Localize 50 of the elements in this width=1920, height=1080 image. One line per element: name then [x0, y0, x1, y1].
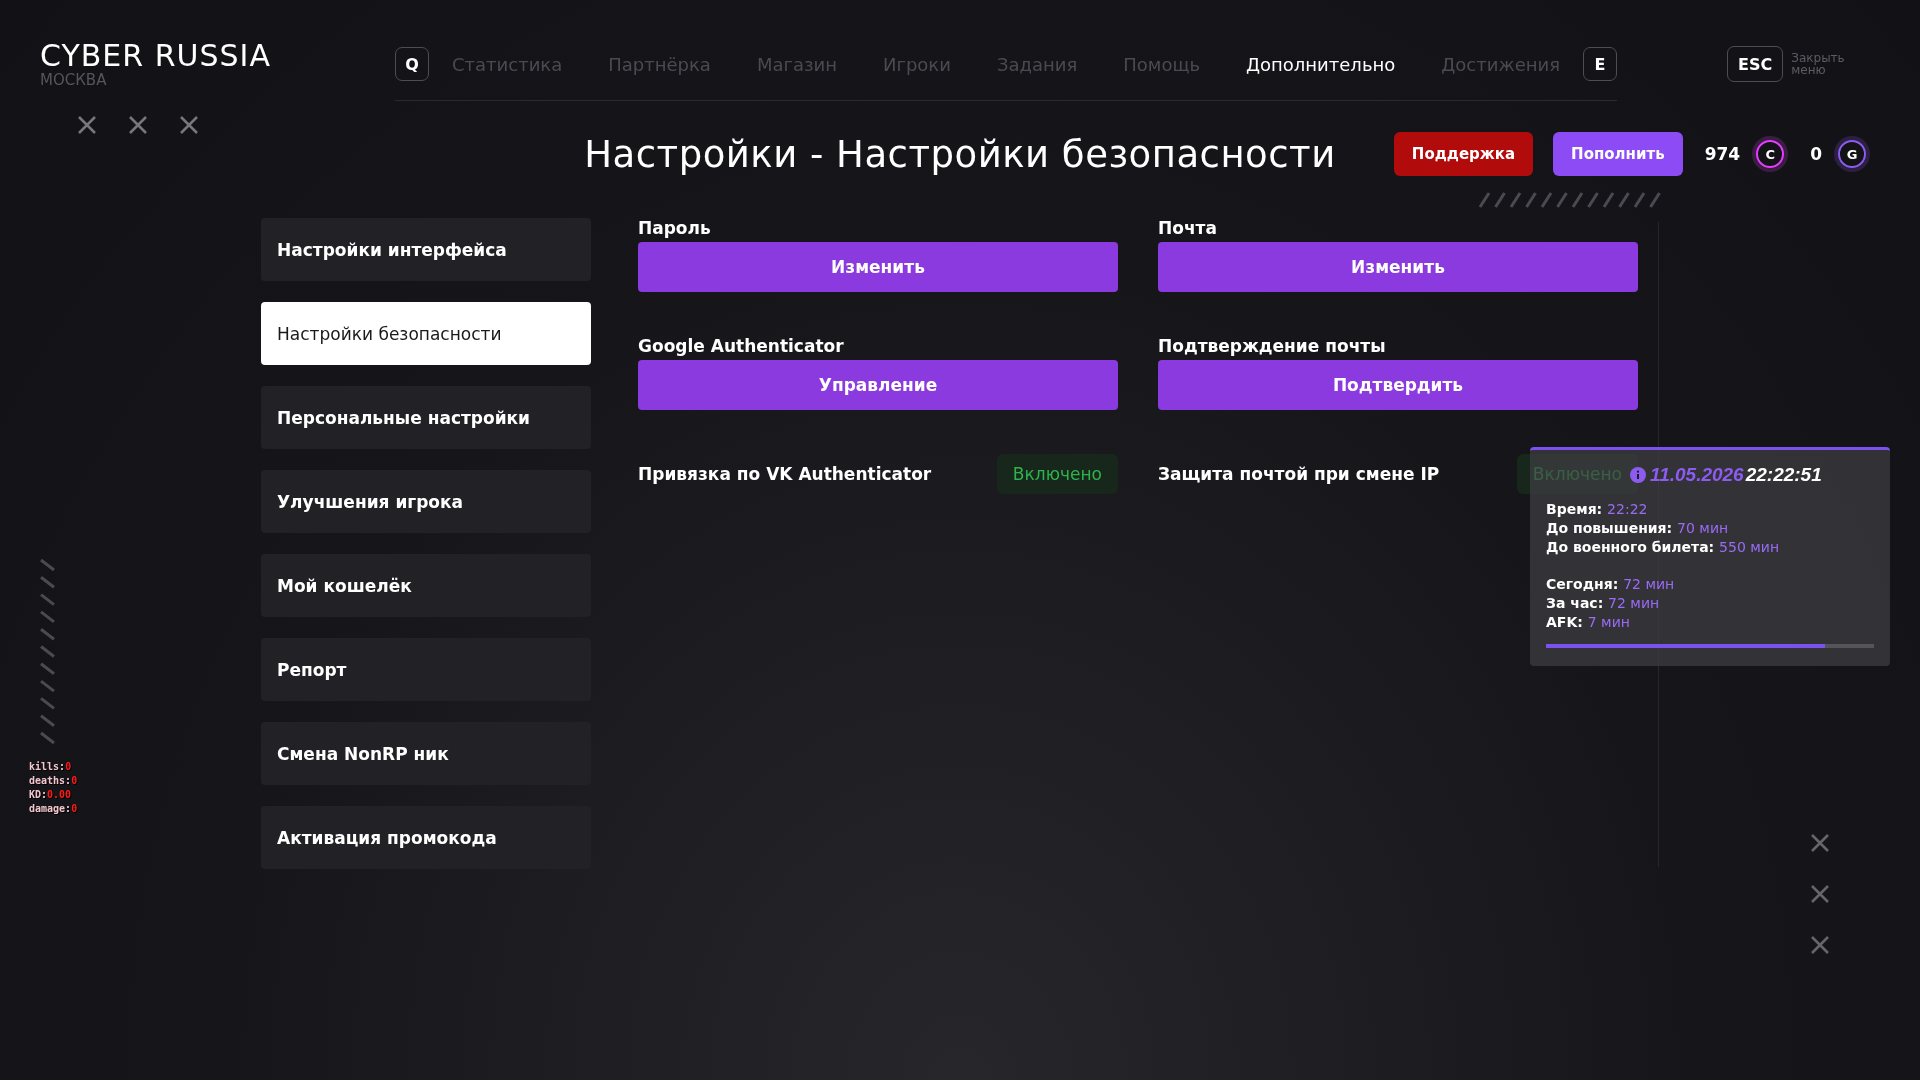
top-up-button[interactable]: Пополнить	[1553, 132, 1683, 176]
info-line: До повышения: 70 мин	[1546, 519, 1730, 538]
cross-icon	[1811, 885, 1829, 903]
sidebar-item[interactable]: Смена NonRP ник	[261, 722, 591, 785]
sidebar-item[interactable]: Настройки безопасности	[261, 302, 591, 365]
balance-amount: 974	[1704, 144, 1741, 164]
setting-label: Почта	[1158, 218, 1218, 238]
cross-icon	[1811, 834, 1829, 852]
info-line: Время: 22:22	[1546, 500, 1649, 519]
info-line: До военного билета: 550 мин	[1546, 538, 1781, 557]
status-toggle[interactable]: Включено	[996, 454, 1118, 494]
setting-button[interactable]: Подтвердить	[1158, 360, 1638, 410]
key-hint[interactable]: ESC	[1727, 46, 1784, 82]
setting-label: Защита почтой при смене IP	[1158, 464, 1440, 484]
cross-icon	[78, 116, 96, 134]
stat-line: damage:0	[29, 802, 78, 816]
setting-button[interactable]: Управление	[638, 360, 1118, 410]
info-line: AFK: 7 мин	[1546, 613, 1631, 632]
cross-icon	[1811, 936, 1829, 954]
sidebar-item[interactable]: Мой кошелёк	[261, 554, 591, 617]
sidebar-item[interactable]: Репорт	[261, 638, 591, 701]
close-menu-label: Закрыть меню	[1791, 52, 1846, 76]
stat-line: KD:0.00	[29, 788, 73, 802]
stat-line: deaths:0	[29, 774, 78, 788]
logo: CYBER RUSSIA	[40, 40, 272, 72]
key-hint[interactable]: E	[1583, 47, 1618, 81]
setting-button[interactable]: Изменить	[1158, 242, 1638, 292]
sidebar-item[interactable]: Персональные настройки	[261, 386, 591, 449]
setting-label: Подтверждение почты	[1158, 336, 1387, 356]
cross-icon	[180, 116, 198, 134]
info-icon	[1630, 467, 1646, 483]
stat-line: kills:0	[29, 760, 73, 774]
cross-icon	[129, 116, 147, 134]
nav-tab[interactable]: Дополнительно	[1227, 47, 1415, 81]
support-button[interactable]: Поддержка	[1393, 132, 1534, 176]
sidebar-item[interactable]: Улучшения игрока	[261, 470, 591, 533]
sidebar-item[interactable]: Настройки интерфейса	[261, 218, 591, 281]
setting-label: Привязка по VK Authenticator	[638, 464, 932, 484]
balance-amount: 0	[1810, 144, 1822, 164]
city-label: МОСКВА	[40, 72, 108, 88]
page-title: Настройки - Настройки безопасности	[584, 132, 1336, 176]
sidebar-item[interactable]: Активация промокода	[261, 806, 591, 869]
clock-text: 22:22:51	[1745, 464, 1822, 486]
setting-button[interactable]: Изменить	[638, 242, 1118, 292]
key-hint[interactable]: Q	[395, 47, 429, 81]
info-line: Сегодня: 72 мин	[1546, 575, 1676, 594]
date-text: 11.05.2026	[1650, 464, 1744, 486]
setting-label: Пароль	[638, 218, 712, 238]
info-line: За час: 72 мин	[1546, 594, 1661, 613]
setting-label: Google Authenticator	[638, 336, 845, 356]
